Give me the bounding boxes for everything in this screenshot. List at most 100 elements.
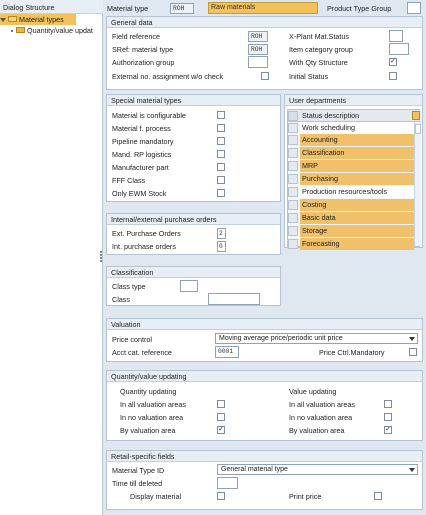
price-ctrl-mandatory-checkbox[interactable] [409, 348, 417, 356]
department-row[interactable]: Classification [288, 147, 414, 159]
quantity-value-updating-group: Quantity/value updating Quantity updatin… [106, 370, 423, 441]
val-no-area-label: In no valuation area [289, 413, 353, 422]
department-row[interactable]: Production resources/tools [288, 186, 414, 198]
row-selector[interactable] [288, 187, 298, 197]
group-title: General data [107, 17, 422, 28]
retail-specific-fields-group: Retail-specific fields Material Type ID … [106, 450, 423, 510]
display-material-label: Display material [130, 492, 182, 501]
special-item-label: Mand. RP logistics [112, 150, 172, 159]
class-type-label: Class type [112, 282, 146, 291]
user-departments-group: User departments Status description Work… [284, 94, 423, 250]
pipeline-mandatory-checkbox[interactable] [217, 137, 225, 145]
product-type-group-label: Product Type Group [327, 4, 392, 13]
tree-item-label: Quantity/value updat [27, 26, 93, 35]
departments-rows: Work scheduling Accounting Classificatio… [288, 122, 414, 250]
material-configurable-checkbox[interactable] [217, 111, 225, 119]
dialog-structure-panel: Dialog Structure Material types Quantity… [0, 0, 103, 515]
val-all-areas-checkbox[interactable] [384, 400, 392, 408]
time-till-deleted-field[interactable] [217, 477, 238, 489]
detail-area: Material type ROH Raw materials Product … [104, 0, 426, 515]
row-selector[interactable] [288, 135, 298, 145]
expand-triangle-icon[interactable] [0, 18, 6, 23]
row-selector[interactable] [288, 239, 298, 249]
price-control-dropdown[interactable]: Moving average price/periodic unit price [215, 333, 418, 344]
material-process-checkbox[interactable] [217, 124, 225, 132]
class-label: Class [112, 295, 130, 304]
select-all-cell[interactable] [288, 111, 298, 121]
chevron-down-icon [409, 468, 415, 472]
qty-by-area-label: By valuation area [120, 426, 176, 435]
quantity-updating-heading: Quantity updating [120, 387, 177, 396]
item-category-field[interactable] [389, 43, 409, 55]
group-title: User departments [285, 95, 422, 106]
int-purchase-orders-label: Int. purchase orders [112, 242, 176, 251]
row-selector[interactable] [288, 161, 298, 171]
row-selector[interactable] [288, 123, 298, 133]
qty-no-area-checkbox[interactable] [217, 413, 225, 421]
material-type-id-label: Material Type ID [112, 466, 165, 475]
department-row[interactable]: MRP [288, 160, 414, 172]
material-type-code-field[interactable]: ROH [170, 3, 194, 14]
special-item-label: Material is configurable [112, 111, 186, 120]
bullet-icon [11, 30, 13, 33]
splitter-handle[interactable] [100, 250, 103, 264]
tree-item-quantity-value[interactable]: Quantity/value updat [8, 25, 93, 36]
departments-table-header: Status description [288, 110, 421, 122]
department-row[interactable]: Costing [288, 199, 414, 211]
row-selector[interactable] [288, 174, 298, 184]
product-type-group-field[interactable] [407, 2, 421, 14]
qty-by-area-checkbox[interactable]: ✓ [217, 426, 225, 434]
auth-group-label: Authorization group [112, 58, 175, 67]
initial-status-checkbox[interactable] [389, 72, 397, 80]
status-description-header: Status description [302, 111, 360, 120]
xplant-status-field[interactable] [389, 30, 403, 42]
department-row[interactable]: Storage [288, 225, 414, 237]
table-settings-icon[interactable] [412, 111, 420, 120]
class-type-field[interactable] [180, 280, 198, 292]
acct-cat-reference-field[interactable]: 0001 [215, 346, 239, 358]
tree-item-material-types[interactable]: Material types [0, 14, 76, 25]
material-type-description-field[interactable]: Raw materials [208, 2, 318, 14]
field-reference-field[interactable]: ROH [248, 31, 268, 42]
row-selector[interactable] [288, 213, 298, 223]
department-row[interactable]: Work scheduling [288, 122, 414, 134]
int-purchase-orders-field[interactable]: 0 [217, 241, 226, 252]
qty-all-areas-checkbox[interactable] [217, 400, 225, 408]
display-material-checkbox[interactable] [217, 492, 225, 500]
class-field[interactable] [208, 293, 260, 305]
row-selector[interactable] [288, 200, 298, 210]
price-control-value: Moving average price/periodic unit price [219, 335, 343, 342]
row-selector[interactable] [288, 226, 298, 236]
acct-cat-reference-label: Acct cat. reference [112, 348, 172, 357]
dialog-structure-title: Dialog Structure [0, 0, 103, 14]
only-ewm-stock-checkbox[interactable] [217, 189, 225, 197]
initial-status-label: Initial Status [289, 72, 329, 81]
fff-class-checkbox[interactable] [217, 176, 225, 184]
material-type-label: Material type [107, 4, 149, 13]
val-by-area-checkbox[interactable]: ✓ [384, 426, 392, 434]
val-no-area-checkbox[interactable] [384, 413, 392, 421]
auth-group-field[interactable] [248, 56, 268, 68]
material-type-id-dropdown[interactable]: General material type [217, 464, 418, 475]
with-qty-structure-checkbox[interactable]: ✓ [389, 58, 397, 66]
manufacturer-part-checkbox[interactable] [217, 163, 225, 171]
chevron-down-icon [409, 337, 415, 341]
sref-field[interactable]: ROH [248, 44, 268, 55]
general-data-group: General data Field reference ROH SRef: m… [106, 16, 423, 90]
department-row[interactable]: Basic data [288, 212, 414, 224]
mand-rp-logistics-checkbox[interactable] [217, 150, 225, 158]
folder-icon [16, 27, 25, 34]
departments-scrollbar[interactable] [414, 122, 421, 246]
scrollbar-thumb[interactable] [415, 124, 421, 134]
ext-purchase-orders-field[interactable]: 2 [217, 228, 226, 239]
ext-no-assignment-checkbox[interactable] [261, 72, 269, 80]
print-price-checkbox[interactable] [374, 492, 382, 500]
row-selector[interactable] [288, 148, 298, 158]
group-title: Valuation [107, 319, 422, 330]
department-row[interactable]: Purchasing [288, 173, 414, 185]
department-row[interactable]: Forecasting [288, 238, 414, 250]
price-control-label: Price control [112, 335, 152, 344]
departments-table: Status description Work scheduling Accou… [287, 109, 421, 250]
val-by-area-label: By valuation area [289, 426, 345, 435]
department-row[interactable]: Accounting [288, 134, 414, 146]
